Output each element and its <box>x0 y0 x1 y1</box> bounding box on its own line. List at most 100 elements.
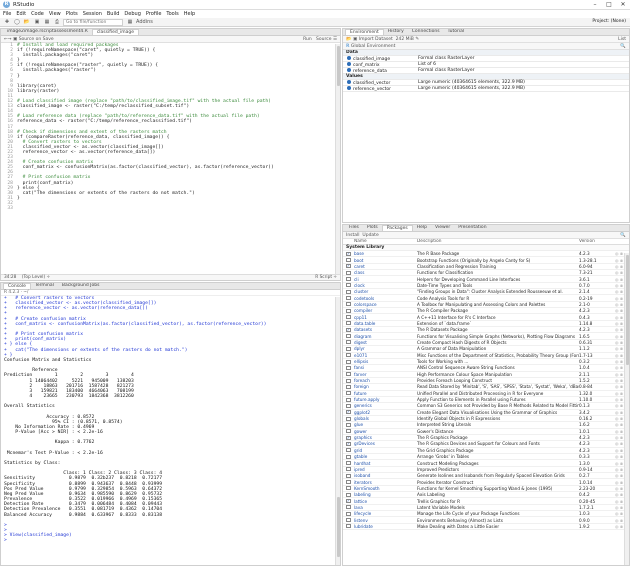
package-name-link[interactable]: data.table <box>354 321 417 326</box>
package-name-link[interactable]: clock <box>354 283 417 288</box>
package-name-link[interactable]: generics <box>354 403 417 408</box>
package-checkbox[interactable] <box>346 340 351 345</box>
package-checkbox[interactable] <box>346 416 351 421</box>
package-name-link[interactable]: iterators <box>354 480 417 485</box>
package-checkbox[interactable] <box>346 473 351 478</box>
package-checkbox[interactable] <box>346 321 351 326</box>
remove-icon[interactable]: ⊗ <box>620 505 623 510</box>
package-checkbox[interactable] <box>346 334 351 339</box>
remove-icon[interactable]: ⊗ <box>620 334 623 339</box>
package-name-link[interactable]: lubridate <box>354 524 417 529</box>
package-checkbox[interactable] <box>346 315 351 320</box>
column-description[interactable]: Description <box>417 239 579 244</box>
package-name-link[interactable]: gtable <box>354 454 417 459</box>
console-tab-1[interactable]: Terminal <box>31 283 58 289</box>
remove-icon[interactable]: ⊗ <box>620 315 623 320</box>
remove-icon[interactable]: ⊗ <box>620 499 623 504</box>
code-lines[interactable]: # Install and load required packages if (… <box>17 43 274 211</box>
variable-name-text[interactable]: reference_data <box>353 69 387 74</box>
package-checkbox[interactable] <box>346 486 351 491</box>
remove-icon[interactable]: ⊗ <box>620 365 623 370</box>
package-checkbox[interactable]: ✓ <box>346 327 351 332</box>
console-scrollbar[interactable] <box>335 297 340 565</box>
package-checkbox[interactable] <box>346 283 351 288</box>
remove-icon[interactable]: ⊗ <box>620 283 623 288</box>
back-arrow-icon[interactable]: ←→ <box>4 37 12 42</box>
package-name-link[interactable]: foreach <box>354 378 417 383</box>
editor-tab-0[interactable]: image2image.rscriptassessment4.R <box>3 29 92 35</box>
menu-code[interactable]: Code <box>31 11 44 17</box>
remove-icon[interactable]: ⊗ <box>620 302 623 307</box>
remove-icon[interactable]: ⊗ <box>620 518 623 523</box>
package-name-link[interactable]: cpp11 <box>354 315 417 320</box>
package-checkbox[interactable]: ✓ <box>346 264 351 269</box>
menu-help[interactable]: Help <box>184 11 195 17</box>
open-workspace-icon[interactable]: 📂 <box>346 37 352 42</box>
package-checkbox[interactable] <box>346 289 351 294</box>
console-tab-0[interactable]: Console <box>3 283 31 289</box>
search-icon[interactable]: 🔍 <box>620 233 626 238</box>
remove-icon[interactable]: ⊗ <box>620 511 623 516</box>
save-all-icon[interactable]: ▦ <box>43 19 51 26</box>
environment-tab-0[interactable]: Environment <box>345 29 384 35</box>
packages-tab-1[interactable]: Plots <box>363 225 382 231</box>
new-file-icon[interactable]: ✚ <box>3 19 11 26</box>
grid-icon[interactable]: ▦ <box>126 19 134 26</box>
save-icon[interactable]: ▣ <box>13 37 17 42</box>
remove-icon[interactable]: ⊗ <box>620 308 623 313</box>
package-checkbox[interactable] <box>346 467 351 472</box>
package-checkbox[interactable] <box>346 353 351 358</box>
source-on-save-checkbox[interactable]: Source on Save <box>19 37 54 42</box>
package-name-link[interactable]: base <box>354 251 417 256</box>
package-name-link[interactable]: grid <box>354 448 417 453</box>
package-name-link[interactable]: cli <box>354 277 417 282</box>
remove-icon[interactable]: ⊗ <box>620 467 623 472</box>
remove-icon[interactable]: ⊗ <box>620 403 623 408</box>
package-checkbox[interactable] <box>346 454 351 459</box>
search-icon[interactable]: 🔍 <box>620 44 626 49</box>
menu-file[interactable]: File <box>3 11 11 17</box>
package-name-link[interactable]: hardhat <box>354 461 417 466</box>
package-checkbox[interactable] <box>346 492 351 497</box>
package-checkbox[interactable] <box>346 296 351 301</box>
package-name-link[interactable]: gower <box>354 429 417 434</box>
scope-indicator[interactable]: (Top Level) ÷ <box>22 275 50 280</box>
package-name-link[interactable]: caret <box>354 264 417 269</box>
memory-usage[interactable]: 242 MiB <box>396 37 414 42</box>
package-checkbox[interactable] <box>346 480 351 485</box>
remove-icon[interactable]: ⊗ <box>620 372 623 377</box>
remove-icon[interactable]: ⊗ <box>620 353 623 358</box>
package-name-link[interactable]: codetools <box>354 296 417 301</box>
file-type-selector[interactable]: R Script ÷ <box>315 275 337 280</box>
package-name-link[interactable]: digest <box>354 340 417 345</box>
packages-tab-5[interactable]: Presentation <box>454 225 490 231</box>
package-checkbox[interactable] <box>346 302 351 307</box>
package-name-link[interactable]: compiler <box>354 308 417 313</box>
remove-icon[interactable]: ⊗ <box>620 416 623 421</box>
remove-icon[interactable]: ⊗ <box>620 524 623 529</box>
package-checkbox[interactable] <box>346 403 351 408</box>
package-name-link[interactable]: KernSmooth <box>354 486 417 491</box>
packages-tab-2[interactable]: Packages <box>381 225 413 231</box>
remove-icon[interactable]: ⊗ <box>620 441 623 446</box>
packages-tab-3[interactable]: Help <box>413 225 431 231</box>
package-name-link[interactable]: grDevices <box>354 441 417 446</box>
package-name-link[interactable]: listenv <box>354 518 417 523</box>
remove-icon[interactable]: ⊗ <box>620 340 623 345</box>
package-checkbox[interactable] <box>346 277 351 282</box>
package-name-link[interactable]: isoband <box>354 473 417 478</box>
code-line[interactable]: conf_matrix <- confusionMatrix(as.factor… <box>17 165 274 170</box>
remove-icon[interactable]: ⊗ <box>620 277 623 282</box>
save-icon[interactable]: ▣ <box>33 19 41 26</box>
variable-name-text[interactable]: reference_vector <box>353 87 391 92</box>
package-checkbox[interactable]: ✓ <box>346 410 351 415</box>
menu-view[interactable]: View <box>49 11 61 17</box>
column-version[interactable]: Version <box>579 239 629 244</box>
source-button[interactable]: Source <box>316 37 331 42</box>
packages-scrollbar[interactable] <box>624 253 629 565</box>
remove-icon[interactable]: ⊗ <box>620 435 623 440</box>
editor-scrollbar[interactable] <box>335 44 340 274</box>
menu-profile[interactable]: Profile <box>146 11 162 17</box>
remove-icon[interactable]: ⊗ <box>620 378 623 383</box>
console-output[interactable]: + # Convert rasters to vectors + classifi… <box>1 296 340 544</box>
